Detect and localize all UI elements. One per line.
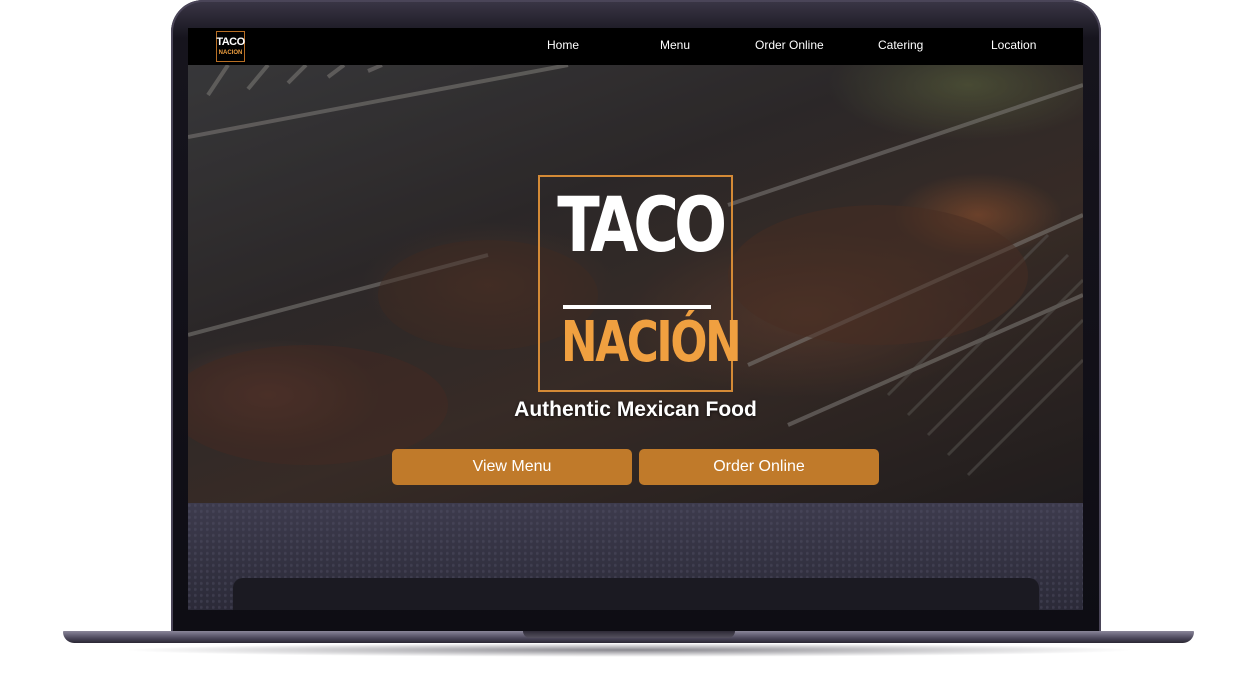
nav-logo-line1: TACO	[216, 36, 245, 48]
hero-section: TACO NACIÓN Authentic Mexican Food View …	[188, 65, 1083, 503]
brand-logo-nacion: NACIÓN	[561, 310, 742, 375]
laptop-screen: TACO NACION Home Menu Order Online Cater…	[188, 28, 1083, 610]
order-online-button[interactable]: Order Online	[639, 449, 879, 485]
content-section	[188, 503, 1083, 610]
nav-item-location[interactable]: Location	[991, 38, 1036, 52]
hero-tagline: Authentic Mexican Food	[514, 398, 757, 421]
brand-logo: TACO NACIÓN	[538, 175, 742, 392]
laptop-shadow	[120, 643, 1138, 657]
top-navigation-bar: TACO NACION Home Menu Order Online Cater…	[188, 28, 1083, 65]
laptop-hinge-notch	[523, 631, 735, 638]
brand-logo-divider	[563, 305, 711, 309]
nav-item-menu[interactable]: Menu	[660, 38, 690, 52]
nav-logo[interactable]: TACO NACION	[216, 31, 245, 62]
content-card	[233, 578, 1039, 610]
nav-item-home[interactable]: Home	[547, 38, 579, 52]
nav-logo-line2: NACION	[218, 50, 243, 56]
view-menu-button[interactable]: View Menu	[392, 449, 632, 485]
nav-item-catering[interactable]: Catering	[878, 38, 923, 52]
nav-item-order-online[interactable]: Order Online	[755, 38, 824, 52]
brand-logo-taco: TACO	[557, 180, 727, 269]
